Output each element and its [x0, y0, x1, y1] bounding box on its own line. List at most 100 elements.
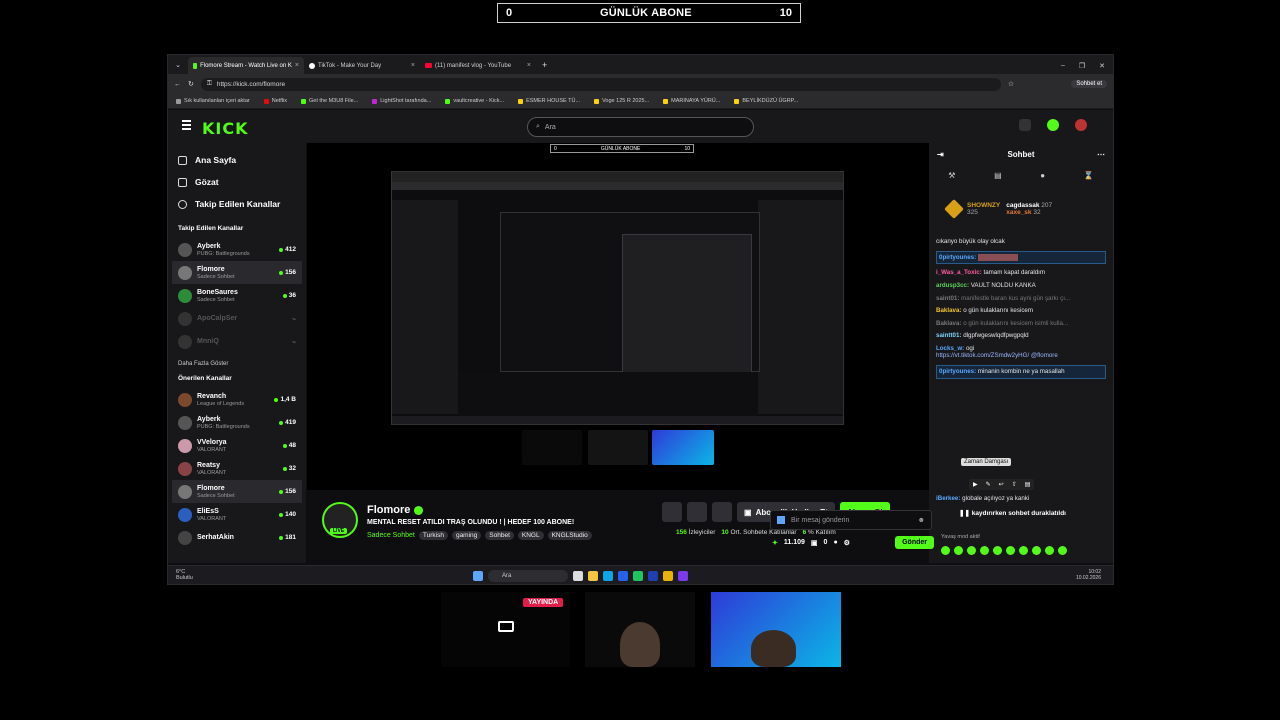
emote-icon[interactable]: [1032, 546, 1041, 555]
bookmark-item[interactable]: vaultcreative - Kick...: [445, 98, 504, 104]
emote-icon[interactable]: [954, 546, 963, 555]
close-icon[interactable]: ×: [411, 62, 415, 69]
followed-channel[interactable]: Ayberk PUBG: Battlegrounds 412: [178, 238, 296, 261]
followed-channel[interactable]: BoneSaures Sadece Sohbet 36: [178, 284, 296, 307]
wallet-icon[interactable]: [1019, 119, 1031, 131]
bookmark-item[interactable]: BEYLİKDÜZÜ ÜGRP...: [734, 98, 798, 104]
stream-tag[interactable]: KNGLStudio: [547, 531, 592, 540]
play-icon[interactable]: ▶: [973, 481, 978, 488]
chat-user[interactable]: Locks_w:: [936, 345, 964, 352]
chat-link[interactable]: https://vt.tiktok.com/ZSmdw2yHG/ @flomor…: [936, 352, 1058, 359]
steam-icon[interactable]: [648, 571, 658, 581]
tab-menu-icon[interactable]: ⌄: [168, 61, 188, 69]
gifter-name[interactable]: cagdassak: [1006, 202, 1039, 209]
extensions-icon[interactable]: ☆: [1008, 80, 1014, 88]
search-input[interactable]: ⌕ Ara: [527, 117, 754, 137]
stream-category[interactable]: Sadece Sohbet: [367, 532, 415, 539]
nav-browse[interactable]: Gözat: [178, 171, 296, 193]
close-icon[interactable]: ×: [295, 62, 299, 69]
kick-coin-icon[interactable]: [1047, 119, 1059, 131]
menu-icon[interactable]: [182, 120, 191, 132]
settings-icon[interactable]: ⚙: [844, 539, 850, 547]
chat-bubble-icon[interactable]: ●: [833, 539, 837, 546]
chat-user[interactable]: i_Was_a_Toxic:: [936, 269, 982, 276]
chat-user[interactable]: saintt01:: [936, 332, 961, 339]
emote-icon[interactable]: [967, 546, 976, 555]
points-value[interactable]: 11.109: [784, 539, 805, 546]
stream-tag[interactable]: Sohbet: [485, 531, 514, 540]
chat-user[interactable]: saint01:: [936, 295, 959, 302]
new-tab-icon[interactable]: +: [536, 60, 547, 70]
url-field[interactable]: ⚿ https://kick.com/flomore: [200, 77, 1001, 91]
back-icon[interactable]: ←: [174, 81, 181, 88]
restore-icon[interactable]: ❐: [1079, 62, 1085, 70]
chat-user[interactable]: Baklava:: [936, 307, 961, 314]
profile-button[interactable]: Sohbet et: [1071, 80, 1107, 88]
tab-youtube[interactable]: (11) manifest vlog - YouTube ×: [420, 57, 536, 74]
bookmark-item[interactable]: MARINAYA YÜRÜ...: [663, 98, 720, 104]
close-icon[interactable]: ×: [527, 62, 531, 69]
delete-icon[interactable]: ▤: [1025, 481, 1031, 488]
minimize-icon[interactable]: –: [1061, 62, 1065, 69]
suggested-channel[interactable]: Ayberk PUBG: Battlegrounds 419: [178, 411, 296, 434]
suggested-channel[interactable]: SerhatAkin 181: [178, 526, 296, 549]
stream-tag[interactable]: KNGL: [517, 531, 544, 540]
emote-icon[interactable]: [980, 546, 989, 555]
whatsapp-icon[interactable]: [633, 571, 643, 581]
followed-channel[interactable]: Flomore Sadece Sohbet 156: [172, 261, 302, 284]
show-more-link[interactable]: Daha Fazla Göster: [178, 361, 296, 367]
heart-follow-icon[interactable]: [712, 502, 732, 522]
chat-user[interactable]: 0pirtyounes:: [939, 368, 976, 375]
hammer-icon[interactable]: ⚒: [948, 171, 955, 180]
bookmark-item[interactable]: ESMER HOUSE TÜ...: [518, 98, 580, 104]
tab-tiktok[interactable]: TikTok - Make Your Day ×: [304, 57, 420, 74]
bookmark-item[interactable]: Netflix: [263, 98, 287, 104]
bookmark-item[interactable]: Voge 125 R 2025...: [594, 98, 649, 104]
bookmark-item[interactable]: Sık kullanılanları içeri aktar: [176, 98, 250, 104]
emoji-icon[interactable]: ☻: [918, 517, 925, 524]
taskbar-clock[interactable]: 10:02 10.02.2026: [1076, 569, 1101, 581]
trash-icon[interactable]: ▤: [994, 171, 1002, 180]
collapse-chat-icon[interactable]: ⇥: [937, 150, 944, 159]
close-window-icon[interactable]: ✕: [1099, 62, 1105, 70]
suggested-channel[interactable]: Revanch League of Legends 1,4 B: [178, 388, 296, 411]
pin-icon[interactable]: ⇧: [1012, 481, 1017, 488]
streamer-name[interactable]: Flomore: [367, 504, 410, 516]
weather-widget[interactable]: 6°C Bulutlu: [176, 569, 193, 581]
chat-user[interactable]: iBerkee:: [936, 495, 960, 502]
task-view-icon[interactable]: [573, 571, 583, 581]
chat-user[interactable]: Baklava:: [936, 320, 961, 327]
emote-icon[interactable]: [1045, 546, 1054, 555]
emote-icon[interactable]: [1006, 546, 1015, 555]
chat-user[interactable]: ardusp3cc:: [936, 282, 969, 289]
bookmark-item[interactable]: Get the M3U8 File...: [301, 98, 358, 104]
reload-icon[interactable]: ↻: [188, 80, 194, 88]
suggested-channel[interactable]: Flomore Sadece Sohbet 156: [172, 480, 302, 503]
stream-tag[interactable]: gaming: [451, 531, 482, 540]
chat-paused-notice[interactable]: ❚❚ kaydırırken sohbet duraklatıldı: [929, 509, 1113, 517]
discord-icon[interactable]: [678, 571, 688, 581]
emote-icon[interactable]: [941, 546, 950, 555]
stream-tag[interactable]: Turkish: [418, 531, 448, 540]
windows-start-icon[interactable]: [473, 571, 483, 581]
chat-input[interactable]: Bir mesaj gönderin ☻: [770, 510, 932, 530]
nav-following[interactable]: Takip Edilen Kanallar: [178, 193, 296, 215]
gifter-name[interactable]: xaxe_sk: [1006, 209, 1031, 216]
reply-icon[interactable]: ↩: [999, 481, 1004, 488]
gifter-name[interactable]: SHOWNZY: [967, 202, 1000, 209]
tab-kick[interactable]: Flomore Stream - Watch Live on K ×: [188, 57, 304, 74]
kick-logo[interactable]: KICK: [202, 119, 249, 138]
edit-icon[interactable]: ✎: [986, 481, 991, 488]
nav-home[interactable]: Ana Sayfa: [178, 149, 296, 171]
emote-icon[interactable]: [1058, 546, 1067, 555]
bookmark-item[interactable]: LightShot tarafında...: [372, 98, 431, 104]
app-icon[interactable]: [663, 571, 673, 581]
taskbar-search[interactable]: Ara: [488, 570, 568, 582]
bell-icon[interactable]: [687, 502, 707, 522]
file-explorer-icon[interactable]: [588, 571, 598, 581]
user-avatar[interactable]: [1075, 119, 1087, 131]
send-button[interactable]: Gönder: [895, 536, 934, 549]
chat-user[interactable]: 0pirtyounes:: [939, 254, 976, 261]
more-icon[interactable]: ⋯: [1097, 150, 1105, 159]
gift-icon[interactable]: ▣: [811, 539, 818, 547]
